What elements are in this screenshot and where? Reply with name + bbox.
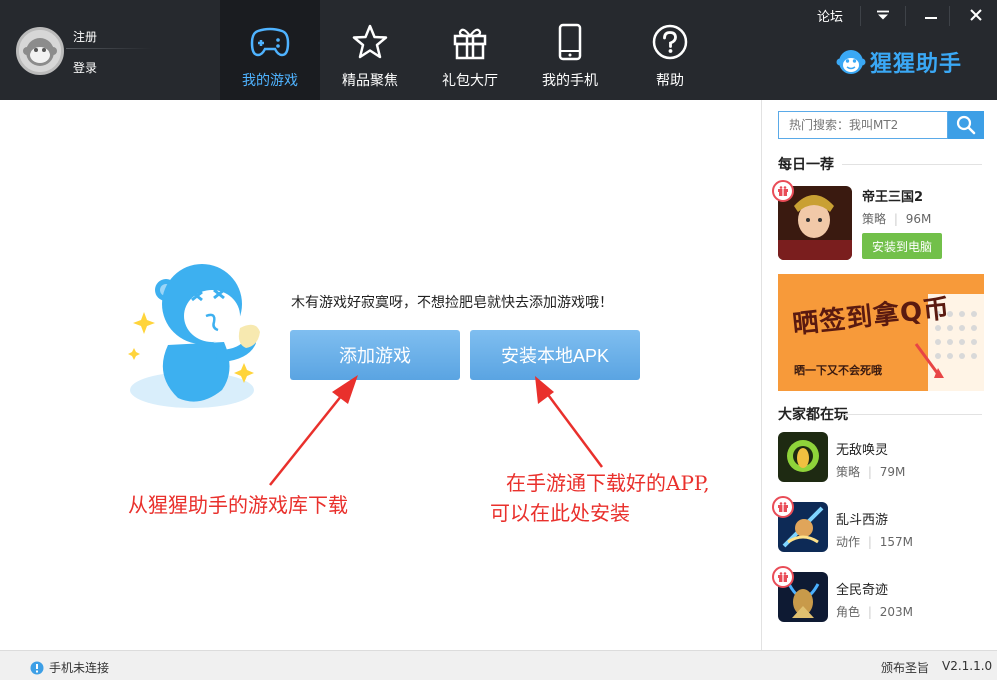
divider — [842, 414, 982, 415]
popular-game-name[interactable]: 乱斗西游 — [836, 509, 888, 528]
minimize-icon — [925, 17, 937, 19]
sign-in-banner[interactable]: 晒签到拿Q币 晒一下又不会死哦 — [778, 274, 984, 391]
phone-status-text: 手机未连接 — [49, 661, 110, 675]
divider — [842, 164, 982, 165]
meta-separator: | — [893, 212, 898, 226]
notice-link[interactable]: 颁布圣旨 — [881, 659, 929, 676]
game-meta: 策略 | 96M — [862, 210, 931, 227]
brand-logo: 猩猩助手 — [836, 46, 962, 78]
gift-icon — [772, 496, 794, 518]
gift-icon — [450, 22, 490, 62]
search-button[interactable] — [948, 111, 984, 139]
main-nav: 我的游戏 精品聚焦 礼包大厅 我的手机 帮助 — [220, 0, 720, 100]
right-sidebar: 每日一荐 帝王三国2 策略 | 96M 安装到电脑 — [761, 100, 997, 650]
register-link[interactable]: 注册 — [73, 28, 97, 45]
tab-label: 我的手机 — [542, 73, 598, 89]
meta-separator: | — [867, 605, 872, 619]
my-games-panel: 木有游戏好寂寞呀，不想捡肥皂就快去添加游戏哦！ 添加游戏 安装本地APK 从猩猩… — [0, 100, 761, 650]
search-input[interactable] — [778, 111, 948, 139]
game-category: 动作 — [836, 535, 861, 549]
tab-label: 我的游戏 — [242, 73, 298, 89]
forum-link[interactable]: 论坛 — [817, 6, 843, 25]
install-to-pc-button[interactable]: 安装到电脑 — [862, 233, 942, 259]
annotation-library-download: 从猩猩助手的游戏库下载 — [128, 493, 348, 517]
popular-games-title: 大家都在玩 — [778, 407, 848, 423]
status-bar: 手机未连接 颁布圣旨 V2.1.1.0 — [0, 650, 997, 680]
tab-gift-hall[interactable]: 礼包大厅 — [420, 0, 520, 100]
monkey-logo-icon — [836, 50, 866, 74]
banner-subtitle: 晒一下又不会死哦 — [794, 364, 882, 377]
gamepad-icon — [250, 22, 290, 62]
gift-icon — [772, 180, 794, 202]
game-meta: 角色 | 203M — [836, 603, 913, 620]
gift-icon — [772, 566, 794, 588]
annotation-install-here: 在手游通下载好的APP, 可以在此处安装 — [490, 468, 710, 528]
tab-my-phone[interactable]: 我的手机 — [520, 0, 620, 100]
game-size: 79M — [879, 465, 906, 479]
game-size: 96M — [905, 212, 932, 226]
info-icon — [30, 661, 44, 674]
minimize-button[interactable] — [913, 0, 949, 30]
chevron-down-icon — [877, 10, 889, 20]
divider — [949, 6, 950, 26]
close-icon — [970, 9, 982, 21]
meta-separator: | — [867, 535, 872, 549]
monkey-avatar-icon — [19, 30, 61, 72]
avatar[interactable] — [16, 27, 64, 75]
phone-icon — [550, 22, 590, 62]
help-icon — [650, 22, 690, 62]
annotation-arrowhead-left — [332, 375, 358, 404]
tab-label: 精品聚焦 — [342, 73, 398, 89]
tab-my-games[interactable]: 我的游戏 — [220, 0, 320, 100]
annotation-line: 可以在此处安装 — [490, 501, 630, 525]
daily-recommend-title: 每日一荐 — [778, 157, 834, 173]
annotation-arrow-left — [269, 384, 351, 486]
annotation-arrows — [269, 375, 604, 486]
game-category: 角色 — [836, 605, 861, 619]
game-meta: 动作 | 157M — [836, 533, 913, 550]
search-icon — [956, 115, 976, 135]
star-icon — [350, 22, 390, 62]
divider — [905, 6, 906, 26]
popular-game-name[interactable]: 无敌唤灵 — [836, 439, 888, 458]
popular-game-name[interactable]: 全民奇迹 — [836, 579, 888, 598]
top-bar: 注册 登录 我的游戏 精品聚焦 礼包大厅 我的手机 帮助 论坛 猩猩助手 — [0, 0, 997, 100]
menu-dropdown-button[interactable] — [865, 0, 901, 30]
close-button[interactable] — [958, 0, 994, 30]
game-meta: 策略 | 79M — [836, 463, 905, 480]
annotation-line: 在手游通下载好的APP, — [506, 471, 710, 495]
tab-help[interactable]: 帮助 — [620, 0, 720, 100]
version-label: V2.1.1.0 — [942, 659, 993, 673]
meta-separator: | — [867, 465, 872, 479]
login-link[interactable]: 登录 — [73, 59, 97, 76]
game-category: 策略 — [836, 465, 861, 479]
game-size: 203M — [879, 605, 913, 619]
popular-game-thumbnail[interactable] — [778, 432, 828, 482]
divider — [860, 6, 861, 26]
tab-label: 帮助 — [656, 73, 684, 89]
game-art — [778, 432, 828, 482]
phone-connection-status: 手机未连接 — [30, 659, 109, 676]
divider — [66, 48, 152, 49]
daily-game-name[interactable]: 帝王三国2 — [862, 186, 923, 205]
game-size: 157M — [879, 535, 913, 549]
annotation-arrow-right — [541, 387, 604, 468]
tab-label: 礼包大厅 — [442, 73, 498, 89]
game-category: 策略 — [862, 212, 887, 226]
brand-name: 猩猩助手 — [870, 52, 963, 77]
tab-featured[interactable]: 精品聚焦 — [320, 0, 420, 100]
